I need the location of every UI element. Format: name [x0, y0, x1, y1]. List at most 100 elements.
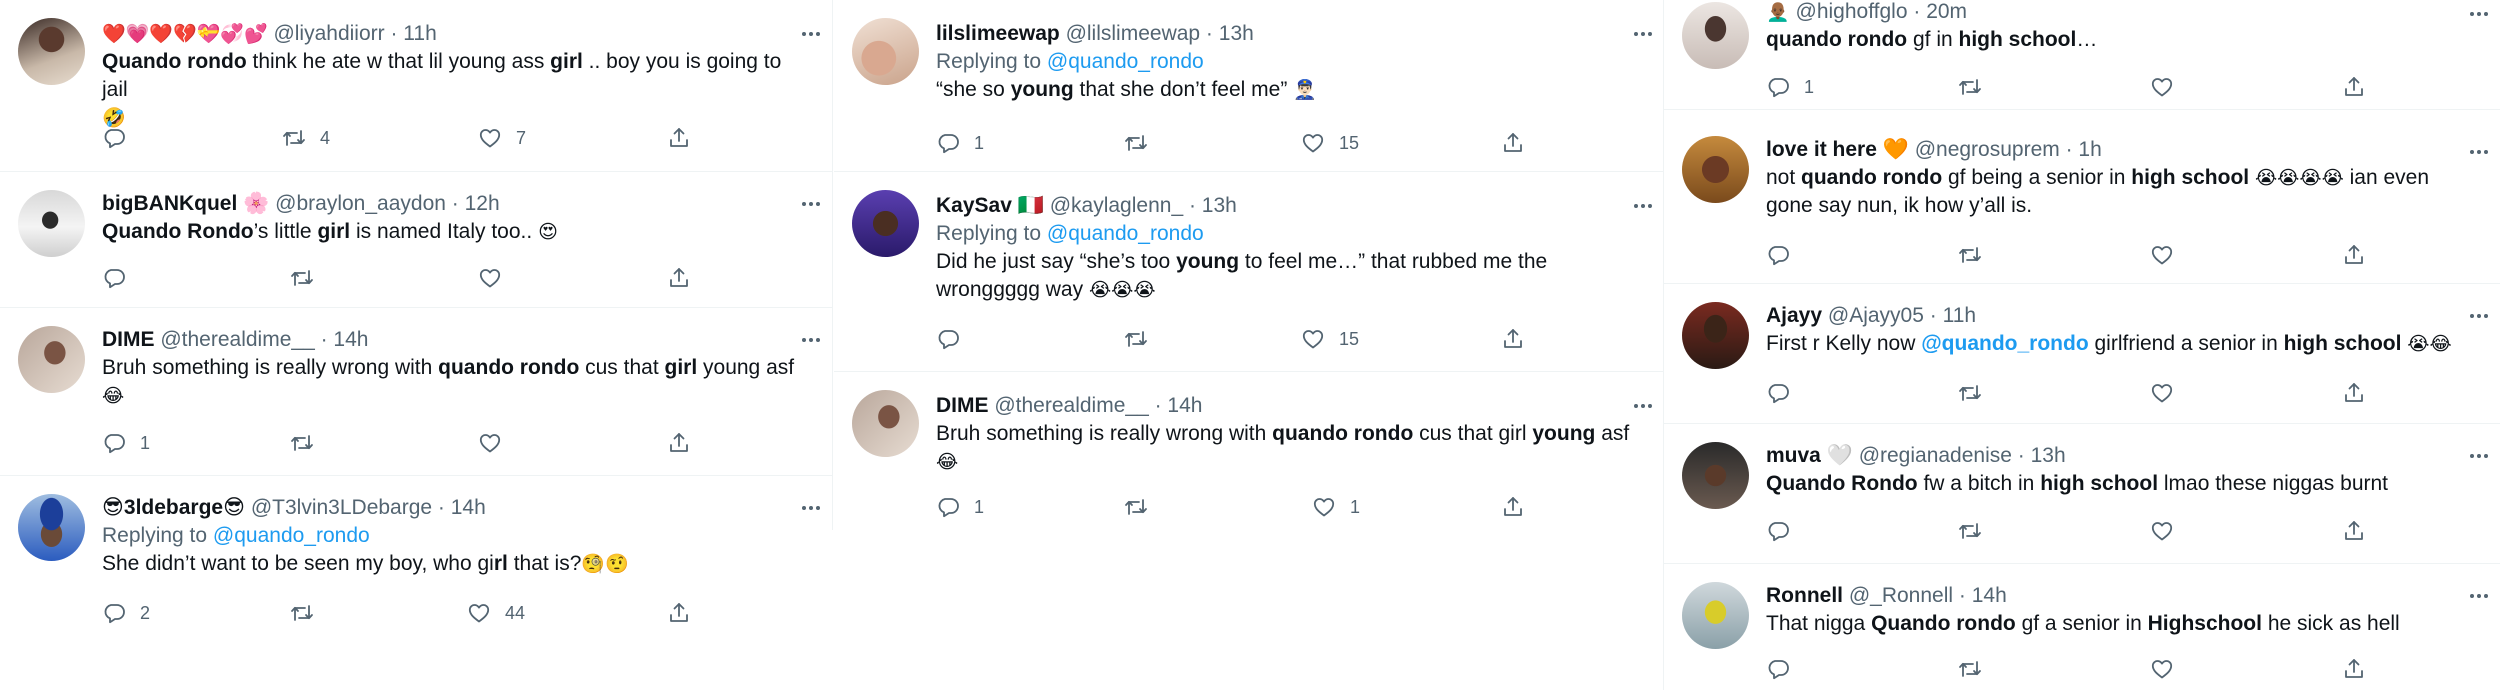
avatar[interactable] — [18, 190, 85, 257]
display-name[interactable]: muva 🤍 — [1766, 444, 1853, 467]
avatar[interactable] — [18, 494, 85, 561]
reply-icon[interactable] — [1766, 378, 1790, 408]
tweet[interactable]: Ajayy @Ajayy05 · 11h First r Kelly now @… — [1664, 284, 2500, 424]
handle[interactable]: @lilslimeewap · 13h — [1066, 22, 1254, 45]
retweet-icon[interactable] — [1958, 516, 1982, 546]
tweet[interactable]: Ronnell @_Ronnell · 14h That nigga Quand… — [1664, 564, 2500, 690]
display-name[interactable]: bigBANKquel 🌸 — [102, 192, 269, 215]
retweet-icon[interactable] — [1958, 378, 1982, 408]
handle[interactable]: @kaylaglenn_ · 13h — [1050, 194, 1237, 217]
avatar[interactable] — [1682, 302, 1749, 369]
like-icon[interactable]: 7 — [478, 123, 526, 153]
like-icon[interactable] — [2150, 240, 2174, 270]
retweet-icon[interactable] — [1124, 492, 1148, 522]
retweet-icon[interactable] — [290, 428, 314, 458]
like-icon[interactable]: 44 — [467, 598, 525, 628]
retweet-icon[interactable]: 4 — [282, 123, 330, 153]
share-icon[interactable] — [2342, 72, 2366, 102]
reply-icon[interactable] — [102, 123, 126, 153]
like-icon[interactable] — [478, 263, 502, 293]
display-name[interactable]: DIME — [102, 328, 155, 351]
display-name[interactable]: ❤️💗❤️💔💝💞💕 — [102, 23, 268, 45]
like-icon[interactable]: 15 — [1301, 324, 1359, 354]
reply-icon[interactable] — [102, 263, 126, 293]
mention-link[interactable]: @quando_rondo — [1921, 332, 2088, 355]
share-icon[interactable] — [1501, 492, 1525, 522]
display-name[interactable]: love it here 🧡 — [1766, 138, 1909, 161]
retweet-icon[interactable] — [1958, 240, 1982, 270]
handle[interactable]: @_Ronnell · 14h — [1849, 584, 2007, 607]
tweet[interactable]: love it here 🧡 @negrosuprem · 1h not qua… — [1664, 110, 2500, 284]
tweet[interactable]: DIME @therealdime__ · 14h Bruh something… — [834, 372, 1664, 532]
share-icon[interactable] — [667, 428, 691, 458]
display-name[interactable]: DIME — [936, 394, 989, 417]
reply-icon[interactable] — [936, 324, 960, 354]
avatar[interactable] — [852, 390, 919, 457]
handle[interactable]: @regianadenise · 13h — [1859, 444, 2066, 467]
reply-icon[interactable] — [1766, 516, 1790, 546]
retweet-icon[interactable] — [290, 263, 314, 293]
reply-icon[interactable] — [1766, 240, 1790, 270]
avatar[interactable] — [1682, 136, 1749, 203]
retweet-icon[interactable] — [1958, 654, 1982, 684]
handle[interactable]: @Ajayy05 · 11h — [1828, 304, 1976, 327]
share-icon[interactable] — [2342, 240, 2366, 270]
avatar[interactable] — [1682, 442, 1749, 509]
avatar[interactable] — [18, 326, 85, 393]
handle[interactable]: @braylon_aaydon · 12h — [275, 192, 499, 215]
avatar[interactable] — [852, 190, 919, 257]
handle[interactable]: @highoffglo · 20m — [1796, 0, 1968, 23]
tweet[interactable]: 😎3ldebarge😎 @T3lvin3LDebarge · 14h Reply… — [0, 476, 832, 656]
retweet-icon[interactable] — [1124, 324, 1148, 354]
like-icon[interactable] — [2150, 378, 2174, 408]
tweet[interactable]: lilslimeewap @lilslimeewap · 13h Replyin… — [834, 0, 1664, 172]
retweet-icon[interactable] — [1958, 72, 1982, 102]
mention-link[interactable]: @quando_rondo — [1047, 50, 1204, 73]
share-icon[interactable] — [667, 598, 691, 628]
tweet[interactable]: ❤️💗❤️💔💝💞💕 @liyahdiiorr · 11h Quando rond… — [0, 0, 832, 172]
share-icon[interactable] — [1501, 324, 1525, 354]
handle[interactable]: @therealdime__ · 14h — [994, 394, 1202, 417]
like-icon[interactable] — [478, 428, 502, 458]
like-icon[interactable]: 15 — [1301, 128, 1359, 158]
share-icon[interactable] — [667, 123, 691, 153]
like-icon[interactable]: 1 — [1312, 492, 1360, 522]
handle[interactable]: @liyahdiiorr · 11h — [273, 22, 436, 45]
tweet[interactable]: 👨🏾‍🦲 @highoffglo · 20m quando rondo gf i… — [1664, 0, 2500, 110]
handle[interactable]: @T3lvin3LDebarge · 14h — [251, 496, 486, 519]
reply-icon[interactable]: 2 — [102, 598, 150, 628]
like-icon[interactable] — [2150, 516, 2174, 546]
tweet[interactable]: KaySav 🇮🇹 @kaylaglenn_ · 13h Replying to… — [834, 172, 1664, 372]
tweet[interactable]: bigBANKquel 🌸 @braylon_aaydon · 12h Quan… — [0, 172, 832, 308]
tweet[interactable]: DIME @therealdime__ · 14h Bruh something… — [0, 308, 832, 476]
share-icon[interactable] — [2342, 654, 2366, 684]
display-name[interactable]: KaySav 🇮🇹 — [936, 194, 1044, 217]
mention-link[interactable]: @quando_rondo — [213, 524, 370, 547]
handle[interactable]: @therealdime__ · 14h — [160, 328, 368, 351]
like-icon[interactable] — [2150, 654, 2174, 684]
avatar[interactable] — [1682, 582, 1749, 649]
reply-icon[interactable]: 1 — [1766, 72, 1814, 102]
handle[interactable]: @negrosuprem · 1h — [1915, 138, 2102, 161]
display-name[interactable]: Ajayy — [1766, 304, 1822, 327]
retweet-icon[interactable] — [1124, 128, 1148, 158]
retweet-icon[interactable] — [290, 598, 314, 628]
reply-icon[interactable]: 1 — [936, 128, 984, 158]
reply-icon[interactable] — [1766, 654, 1790, 684]
mention-link[interactable]: @quando_rondo — [1047, 222, 1204, 245]
display-name[interactable]: Ronnell — [1766, 584, 1843, 607]
avatar[interactable] — [18, 18, 85, 85]
display-name[interactable]: 😎3ldebarge😎 — [102, 496, 245, 519]
tweet[interactable]: muva 🤍 @regianadenise · 13h Quando Rondo… — [1664, 424, 2500, 564]
display-name[interactable]: lilslimeewap — [936, 22, 1060, 45]
avatar[interactable] — [1682, 2, 1749, 69]
share-icon[interactable] — [667, 263, 691, 293]
reply-icon[interactable]: 1 — [936, 492, 984, 522]
like-icon[interactable] — [2150, 72, 2174, 102]
avatar[interactable] — [852, 18, 919, 85]
share-icon[interactable] — [2342, 516, 2366, 546]
share-icon[interactable] — [1501, 128, 1525, 158]
reply-icon[interactable]: 1 — [102, 428, 150, 458]
display-name[interactable]: 👨🏾‍🦲 — [1766, 1, 1790, 23]
share-icon[interactable] — [2342, 378, 2366, 408]
